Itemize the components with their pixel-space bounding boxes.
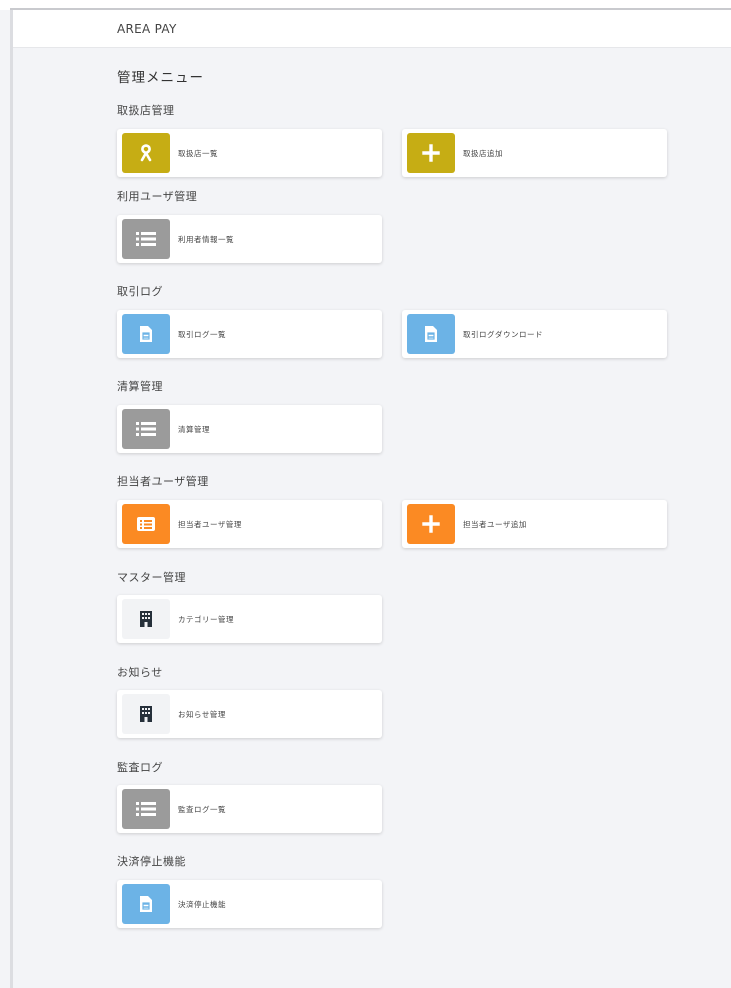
document-icon <box>407 314 455 354</box>
section-title-staff-user: 担当者ユーザ管理 <box>117 475 209 488</box>
list-icon <box>122 219 170 259</box>
app-header: AREA PAY <box>13 10 731 48</box>
card-audit-log-list[interactable]: 監査ログ一覧 <box>117 785 382 833</box>
card-settlement[interactable]: 清算管理 <box>117 405 382 453</box>
section-title-master: マスター管理 <box>117 571 186 584</box>
section-title-transaction-log: 取引ログ <box>117 285 163 298</box>
section-title-user-management: 利用ユーザ管理 <box>117 190 198 203</box>
card-staff-user-management[interactable]: 担当者ユーザ管理 <box>117 500 382 548</box>
section-title-audit-log: 監査ログ <box>117 761 163 774</box>
app-title[interactable]: AREA PAY <box>117 22 177 36</box>
card-label: 取引ログダウンロード <box>463 329 543 339</box>
card-payment-stop[interactable]: 決済停止機能 <box>117 880 382 928</box>
document-icon <box>122 314 170 354</box>
plus-icon <box>407 504 455 544</box>
building-icon <box>122 694 170 734</box>
main-content: 管理メニュー <box>117 66 677 100</box>
card-label: 利用者情報一覧 <box>178 234 234 244</box>
card-label: 担当者ユーザ管理 <box>178 519 242 529</box>
building-icon <box>122 599 170 639</box>
list-icon <box>122 409 170 449</box>
card-notice-management[interactable]: お知らせ管理 <box>117 690 382 738</box>
card-transaction-log-download[interactable]: 取引ログダウンロード <box>402 310 667 358</box>
card-transaction-log-list[interactable]: 取引ログ一覧 <box>117 310 382 358</box>
card-label: 取扱店追加 <box>463 148 503 158</box>
section-title-notice: お知らせ <box>117 666 163 679</box>
card-label: 取引ログ一覧 <box>178 329 226 339</box>
section-title-store-management: 取扱店管理 <box>117 104 175 117</box>
ribbon-icon <box>122 133 170 173</box>
card-staff-user-add[interactable]: 担当者ユーザ追加 <box>402 500 667 548</box>
card-user-info-list[interactable]: 利用者情報一覧 <box>117 215 382 263</box>
section-title-settlement: 清算管理 <box>117 380 163 393</box>
plus-icon <box>407 133 455 173</box>
window-left-border <box>10 10 13 988</box>
section-title-payment-stop: 決済停止機能 <box>117 855 186 868</box>
card-label: 取扱店一覧 <box>178 148 218 158</box>
card-label: 清算管理 <box>178 424 210 434</box>
card-label: 決済停止機能 <box>178 899 226 909</box>
list-card-icon <box>122 504 170 544</box>
card-store-list[interactable]: 取扱店一覧 <box>117 129 382 177</box>
list-icon <box>122 789 170 829</box>
card-label: 担当者ユーザ追加 <box>463 519 527 529</box>
card-label: カテゴリー管理 <box>178 614 234 624</box>
card-category-management[interactable]: カテゴリー管理 <box>117 595 382 643</box>
card-label: お知らせ管理 <box>178 709 226 719</box>
card-store-add[interactable]: 取扱店追加 <box>402 129 667 177</box>
document-icon <box>122 884 170 924</box>
page-title: 管理メニュー <box>117 70 204 86</box>
card-label: 監査ログ一覧 <box>178 804 226 814</box>
